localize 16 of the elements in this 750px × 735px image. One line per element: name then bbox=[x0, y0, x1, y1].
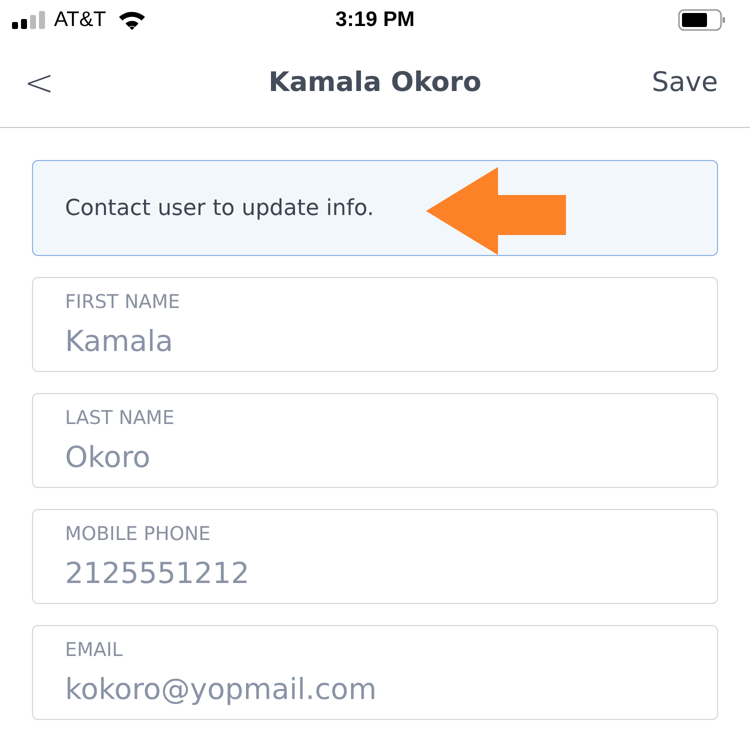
status-time: 3:19 PM bbox=[335, 7, 415, 34]
screen-title: Kamala Okoro bbox=[268, 66, 482, 100]
wifi-icon bbox=[118, 10, 146, 30]
field-label: EMAIL bbox=[65, 638, 124, 662]
field-value: Okoro bbox=[65, 438, 152, 476]
field-label: LAST NAME bbox=[65, 406, 176, 430]
save-button[interactable]: Save bbox=[652, 63, 718, 104]
field-value: kokoro@yopmail.com bbox=[65, 670, 378, 708]
back-button[interactable]: < bbox=[24, 66, 54, 102]
field-label: MOBILE PHONE bbox=[65, 522, 212, 546]
battery-icon bbox=[678, 9, 726, 31]
field-value: 2125551212 bbox=[65, 554, 251, 592]
notice-text: Contact user to update info. bbox=[65, 194, 374, 222]
field-label: FIRST NAME bbox=[65, 290, 182, 314]
carrier-name: AT&T bbox=[54, 7, 106, 34]
field-value: Kamala bbox=[65, 322, 174, 360]
